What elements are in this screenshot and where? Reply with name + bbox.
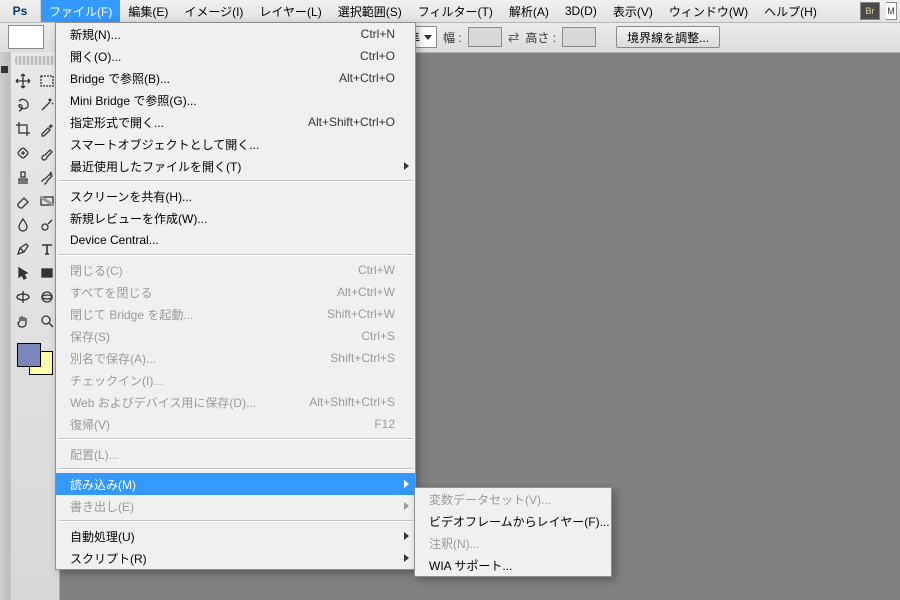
menu-item[interactable]: 表示(V): [605, 0, 661, 22]
foreground-swatch[interactable]: [17, 343, 41, 367]
file-menu-dropdown: 新規(N)...Ctrl+N開く(O)...Ctrl+OBridge で参照(B…: [55, 22, 416, 570]
pen-tool[interactable]: [11, 237, 35, 261]
menu-entry: 保存(S)Ctrl+S: [56, 325, 415, 347]
menu-entry: 注釈(N)...: [415, 532, 611, 554]
menu-entry: 変数データセット(V)...: [415, 488, 611, 510]
menu-entry: Web およびデバイス用に保存(D)...Alt+Shift+Ctrl+S: [56, 391, 415, 413]
menu-entry[interactable]: スクリーンを共有(H)...: [56, 185, 415, 207]
menu-item[interactable]: 解析(A): [501, 0, 557, 22]
menu-item[interactable]: 選択範囲(S): [330, 0, 410, 22]
import-submenu-dropdown: 変数データセット(V)...ビデオフレームからレイヤー(F)...注釈(N)..…: [414, 487, 612, 577]
menu-entry[interactable]: Device Central...: [56, 229, 415, 251]
menu-entry[interactable]: スマートオブジェクトとして開く...: [56, 133, 415, 155]
active-tool-preview[interactable]: [8, 25, 44, 49]
menu-entry: 閉じる(C)Ctrl+W: [56, 259, 415, 281]
menu-separator: [58, 468, 413, 470]
menu-entry: 書き出し(E): [56, 495, 415, 517]
height-field[interactable]: [562, 27, 596, 47]
menu-separator: [58, 520, 413, 522]
menu-entry[interactable]: ビデオフレームからレイヤー(F)...: [415, 510, 611, 532]
submenu-arrow-icon: [404, 532, 409, 540]
menu-entry[interactable]: 読み込み(M): [56, 473, 415, 495]
menu-entry: 配置(L)...: [56, 443, 415, 465]
menubar: Ps ファイル(F)編集(E)イメージ(I)レイヤー(L)選択範囲(S)フィルタ…: [0, 0, 900, 23]
menu-entry: 閉じて Bridge を起動...Shift+Ctrl+W: [56, 303, 415, 325]
menu-entry[interactable]: 新規(N)...Ctrl+N: [56, 23, 415, 45]
submenu-arrow-icon: [404, 480, 409, 488]
refine-edge-button[interactable]: 境界線を調整...: [616, 26, 720, 48]
minibridge-badge[interactable]: M: [886, 2, 897, 20]
menu-item[interactable]: ウィンドウ(W): [661, 0, 756, 22]
menu-separator: [58, 180, 413, 182]
menu-separator: [58, 254, 413, 256]
healing-tool[interactable]: [11, 141, 35, 165]
menu-entry[interactable]: 指定形式で開く...Alt+Shift+Ctrl+O: [56, 111, 415, 133]
menu-entry[interactable]: 開く(O)...Ctrl+O: [56, 45, 415, 67]
menu-item[interactable]: 編集(E): [120, 0, 176, 22]
width-field[interactable]: [468, 27, 502, 47]
swap-icon[interactable]: ⇄: [508, 29, 520, 46]
hand-tool[interactable]: [11, 309, 35, 333]
bridge-badge[interactable]: Br: [860, 2, 880, 20]
3d-rotate-tool[interactable]: [11, 285, 35, 309]
menu-item[interactable]: ヘルプ(H): [756, 0, 825, 22]
lasso-tool[interactable]: [11, 93, 35, 117]
blur-tool[interactable]: [11, 213, 35, 237]
menu-entry: すべてを閉じるAlt+Ctrl+W: [56, 281, 415, 303]
toolbox: [10, 52, 60, 600]
submenu-arrow-icon: [404, 162, 409, 170]
menu-entry: 別名で保存(A)...Shift+Ctrl+S: [56, 347, 415, 369]
toolbox-grip[interactable]: [15, 56, 55, 65]
menu-entry[interactable]: Bridge で参照(B)...Alt+Ctrl+O: [56, 67, 415, 89]
menu-entry[interactable]: 最近使用したファイルを開く(T): [56, 155, 415, 177]
path-select-tool[interactable]: [11, 261, 35, 285]
menu-entry[interactable]: WIA サポート...: [415, 554, 611, 576]
menu-entry[interactable]: Mini Bridge で参照(G)...: [56, 89, 415, 111]
menu-entry: 復帰(V)F12: [56, 413, 415, 435]
menu-entry[interactable]: スクリプト(R): [56, 547, 415, 569]
menu-item[interactable]: レイヤー(L): [251, 0, 329, 22]
move-tool[interactable]: [11, 69, 35, 93]
submenu-arrow-icon: [404, 554, 409, 562]
height-label: 高さ :: [525, 29, 556, 46]
menu-item[interactable]: 3D(D): [557, 0, 605, 22]
width-label: 幅 :: [443, 29, 462, 46]
crop-tool[interactable]: [11, 117, 35, 141]
submenu-arrow-icon: [404, 502, 409, 510]
app-logo: Ps: [0, 0, 41, 22]
menu-separator: [58, 438, 413, 440]
menu-entry: チェックイン(I)...: [56, 369, 415, 391]
menu-item[interactable]: ファイル(F): [41, 0, 120, 22]
menu-item[interactable]: イメージ(I): [176, 0, 251, 22]
menu-entry[interactable]: 自動処理(U): [56, 525, 415, 547]
color-swatches[interactable]: [15, 341, 55, 377]
eraser-tool[interactable]: [11, 189, 35, 213]
stamp-tool[interactable]: [11, 165, 35, 189]
menu-item[interactable]: フィルター(T): [410, 0, 501, 22]
menu-entry[interactable]: 新規レビューを作成(W)...: [56, 207, 415, 229]
